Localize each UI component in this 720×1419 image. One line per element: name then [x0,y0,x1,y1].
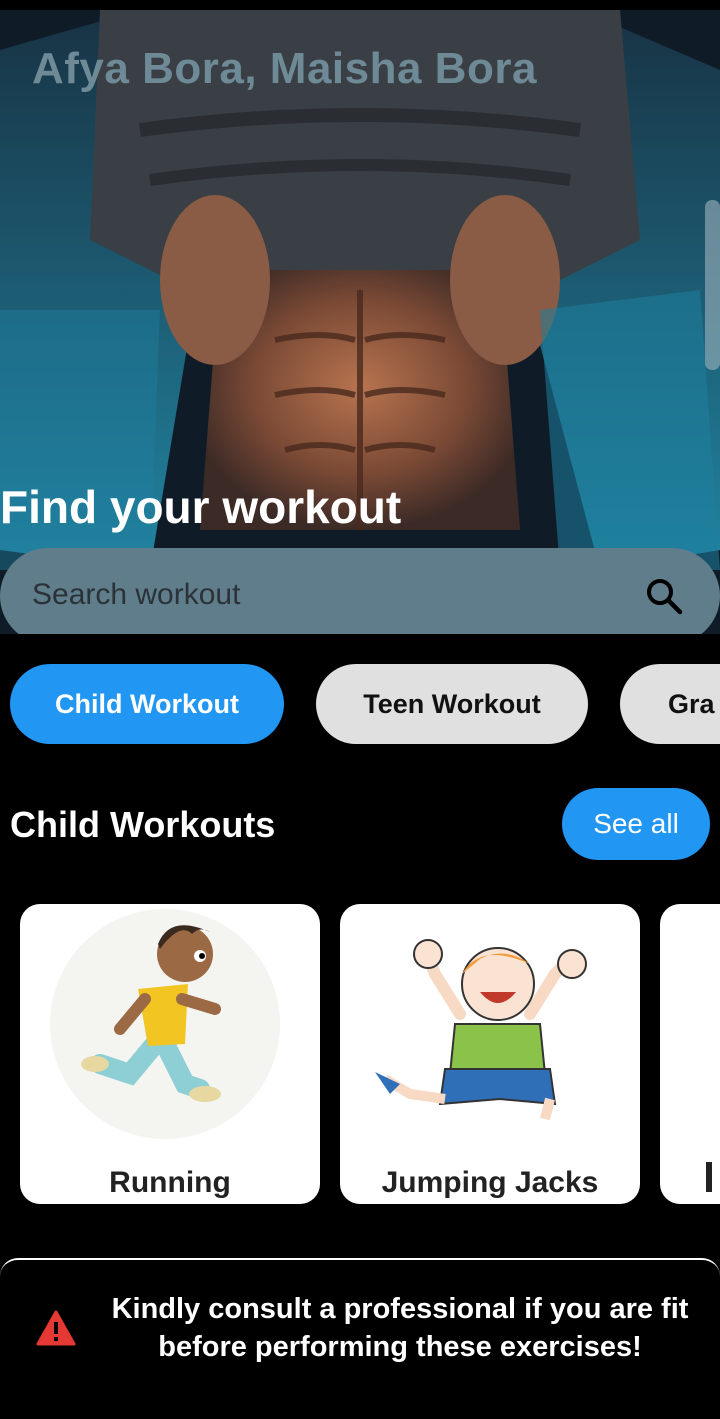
hero-image [0,10,720,634]
chip-gra[interactable]: Gra [620,664,720,744]
hero-banner: Afya Bora, Maisha Bora Find your workout… [0,10,720,634]
card-label: Jumping Jacks [381,1166,599,1199]
workout-card-partial[interactable] [660,904,720,1204]
jumping-child-image [375,939,587,1121]
running-child-image [50,909,280,1139]
see-all-button[interactable]: See all [562,788,710,860]
search-icon[interactable] [644,576,684,616]
workout-card-jumping-jacks[interactable]: Jumping Jacks [340,904,640,1204]
status-bar [0,0,720,10]
card-label: Running [109,1166,231,1199]
card-label-partial [706,1162,712,1192]
search-input[interactable]: Search workout [32,578,240,612]
disclaimer-banner: Kindly consult a professional if you are… [0,1258,720,1398]
warning-icon [36,1310,76,1346]
workout-card-running[interactable]: Running [20,904,320,1204]
app-title: Afya Bora, Maisha Bora [32,44,537,93]
search-bar[interactable]: Search workout [0,548,720,634]
section-title: Child Workouts [10,804,276,845]
hero-heading: Find your workout [0,481,402,533]
chip-child-workout[interactable]: Child Workout [10,664,284,744]
disclaimer-text: Kindly consult a professional if you are… [111,1293,689,1363]
chip-teen-workout[interactable]: Teen Workout [316,664,588,744]
